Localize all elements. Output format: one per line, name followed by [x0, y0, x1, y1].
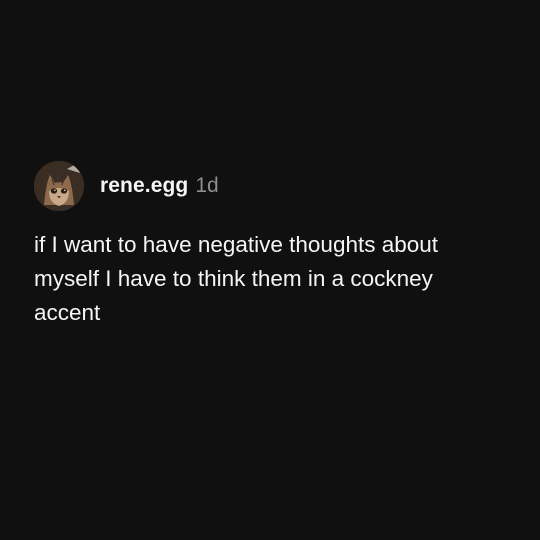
- post: rene.egg 1d if I want to have negative t…: [34, 160, 514, 325]
- screen: rene.egg 1d if I want to have negative t…: [0, 0, 540, 540]
- post-timestamp: 1d: [195, 174, 219, 197]
- username[interactable]: rene.egg: [100, 174, 188, 198]
- avatar[interactable]: [34, 161, 84, 211]
- cat-avatar-icon: [34, 161, 84, 211]
- post-header: rene.egg 1d: [34, 160, 514, 212]
- post-text: if I want to have negative thoughts abou…: [34, 232, 439, 325]
